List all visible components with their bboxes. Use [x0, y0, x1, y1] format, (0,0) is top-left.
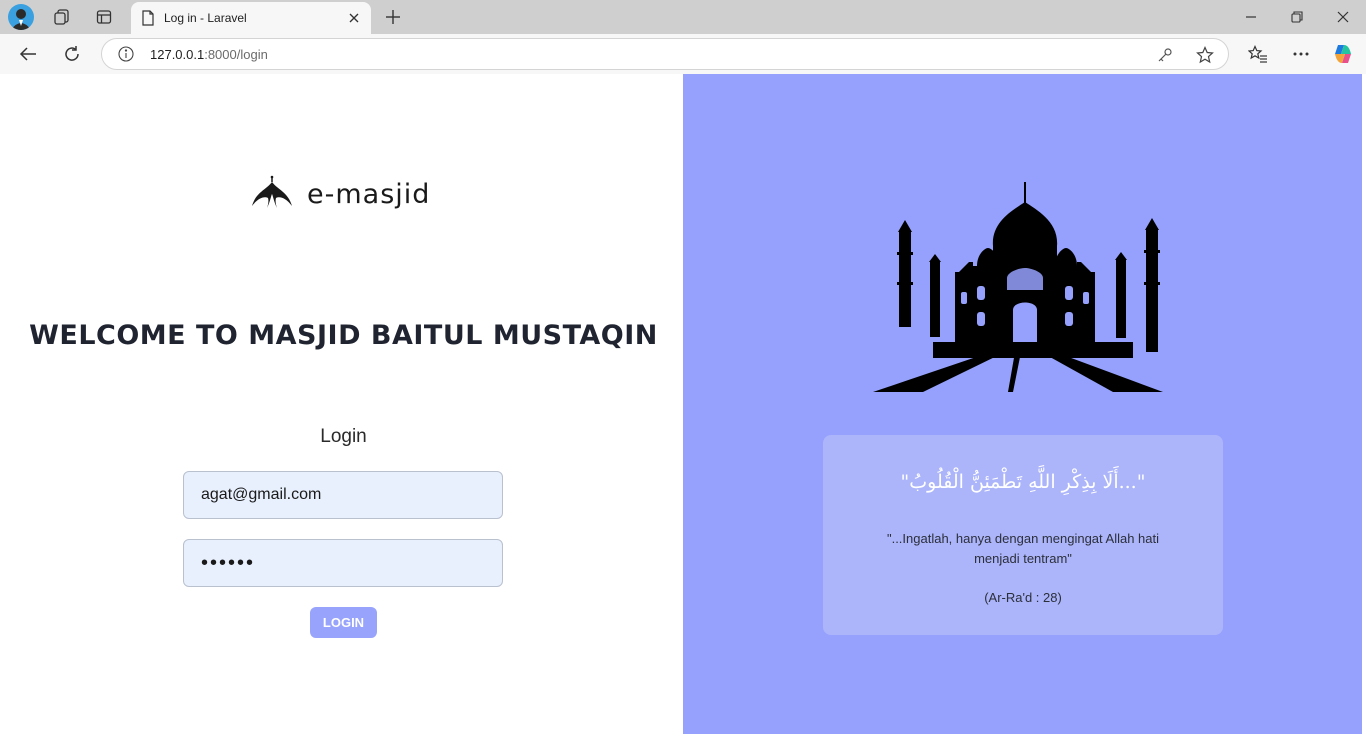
taj-mahal-silhouette-icon: [873, 182, 1163, 392]
copilot-icon[interactable]: [1329, 40, 1357, 68]
quote-card: "...أَلَا بِذِكْرِ اللَّهِ تَطْمَئِنُّ ا…: [823, 435, 1223, 635]
refresh-icon[interactable]: [58, 40, 86, 68]
new-tab-icon[interactable]: [381, 5, 405, 29]
brand: e-masjid: [250, 172, 430, 216]
workspaces-icon[interactable]: [49, 5, 75, 29]
close-window-icon[interactable]: [1331, 5, 1355, 29]
browser-toolbar: 127.0.0.1:8000/login: [0, 34, 1366, 74]
page-viewport: e-masjid WELCOME TO MASJID BAITUL MUSTAQ…: [4, 74, 1362, 734]
info-icon[interactable]: [118, 46, 134, 62]
welcome-heading: WELCOME TO MASJID BAITUL MUSTAQIN: [29, 320, 658, 351]
favorites-icon[interactable]: [1244, 40, 1272, 68]
tab-actions-icon[interactable]: [91, 5, 117, 29]
url-path: :8000/login: [204, 47, 268, 62]
address-bar[interactable]: 127.0.0.1:8000/login: [101, 38, 1229, 70]
verse-translation: "...Ingatlah, hanya dengan mengingat All…: [886, 531, 1160, 566]
browser-tab-bar: Log in - Laravel: [0, 0, 1366, 34]
tab-title: Log in - Laravel: [164, 11, 247, 25]
mosque-dome-logo-icon: [252, 175, 292, 208]
active-tab[interactable]: Log in - Laravel: [131, 2, 371, 34]
close-tab-icon[interactable]: [345, 9, 363, 27]
verse-source: (Ar-Ra'd : 28): [984, 590, 1062, 605]
email-input[interactable]: [183, 471, 503, 519]
restore-icon[interactable]: [1285, 5, 1309, 29]
quote-panel: "...أَلَا بِذِكْرِ اللَّهِ تَطْمَئِنُّ ا…: [683, 74, 1362, 734]
login-button[interactable]: LOGIN: [310, 607, 377, 638]
back-icon[interactable]: [14, 40, 42, 68]
profile-avatar[interactable]: [8, 4, 34, 30]
page-icon: [141, 10, 155, 26]
url-host: 127.0.0.1: [150, 47, 205, 62]
arabic-verse: "...أَلَا بِذِكْرِ اللَّهِ تَطْمَئِنُّ ا…: [900, 471, 1146, 493]
url-text[interactable]: 127.0.0.1:8000/login: [150, 47, 268, 62]
login-panel: e-masjid WELCOME TO MASJID BAITUL MUSTAQ…: [4, 74, 683, 734]
minimize-icon[interactable]: [1239, 5, 1263, 29]
key-icon[interactable]: [1155, 45, 1175, 65]
star-icon[interactable]: [1195, 45, 1215, 65]
more-icon[interactable]: [1287, 40, 1315, 68]
brand-name: e-masjid: [307, 178, 431, 210]
password-input[interactable]: [183, 539, 503, 587]
login-title: Login: [320, 426, 367, 447]
